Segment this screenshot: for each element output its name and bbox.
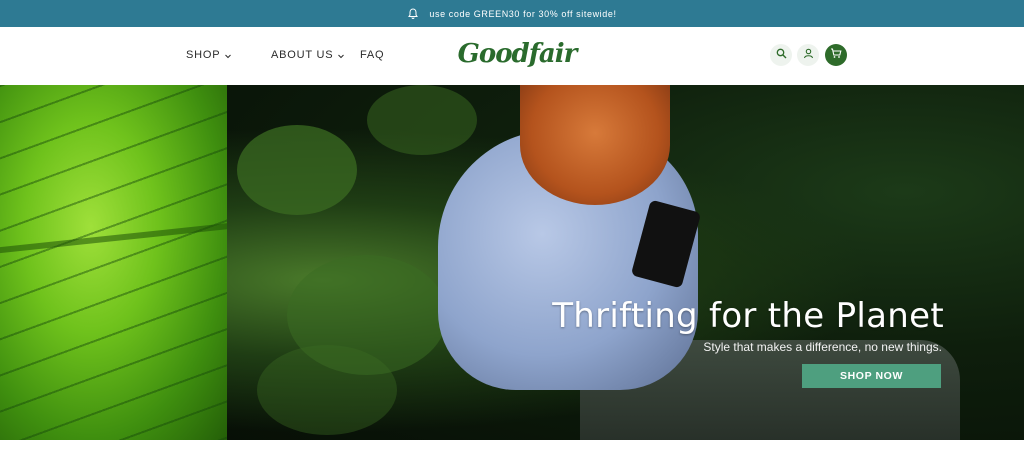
nav-shop[interactable]: SHOP xyxy=(186,49,232,61)
shop-now-button[interactable]: SHOP NOW xyxy=(802,364,941,388)
brand-logo[interactable]: Goodfair xyxy=(458,39,578,69)
logo-text: Goodfair xyxy=(457,39,578,69)
announcement-text: use code GREEN30 for 30% off sitewide! xyxy=(429,8,617,19)
hero-leaf-image xyxy=(0,85,250,440)
bell-icon xyxy=(407,7,419,20)
hero-banner: Thrifting for the Planet Style that make… xyxy=(0,85,1024,440)
account-button[interactable] xyxy=(797,44,819,66)
account-icon xyxy=(803,46,814,64)
cart-icon xyxy=(830,46,842,64)
leaf-vein xyxy=(0,220,250,256)
nav-shop-label: SHOP xyxy=(186,49,221,61)
chevron-down-icon xyxy=(224,51,232,59)
nav-about-label: ABOUT US xyxy=(271,49,334,61)
foliage xyxy=(257,345,397,435)
site-header: SHOP ABOUT US FAQ Goodfair xyxy=(0,27,1024,85)
cart-button[interactable] xyxy=(825,44,847,66)
chevron-down-icon xyxy=(337,51,345,59)
hero-subtitle: Style that makes a difference, no new th… xyxy=(703,340,942,354)
announcement-bar: use code GREEN30 for 30% off sitewide! xyxy=(0,0,1024,27)
nav-faq[interactable]: FAQ xyxy=(360,49,384,61)
foliage xyxy=(237,125,357,215)
hero-title: Thrifting for the Planet xyxy=(552,296,944,336)
search-icon xyxy=(776,46,787,64)
search-button[interactable] xyxy=(770,44,792,66)
person-hair xyxy=(520,85,670,205)
nav-faq-label: FAQ xyxy=(360,49,385,61)
foliage xyxy=(367,85,477,155)
nav-about-us[interactable]: ABOUT US xyxy=(271,49,345,61)
